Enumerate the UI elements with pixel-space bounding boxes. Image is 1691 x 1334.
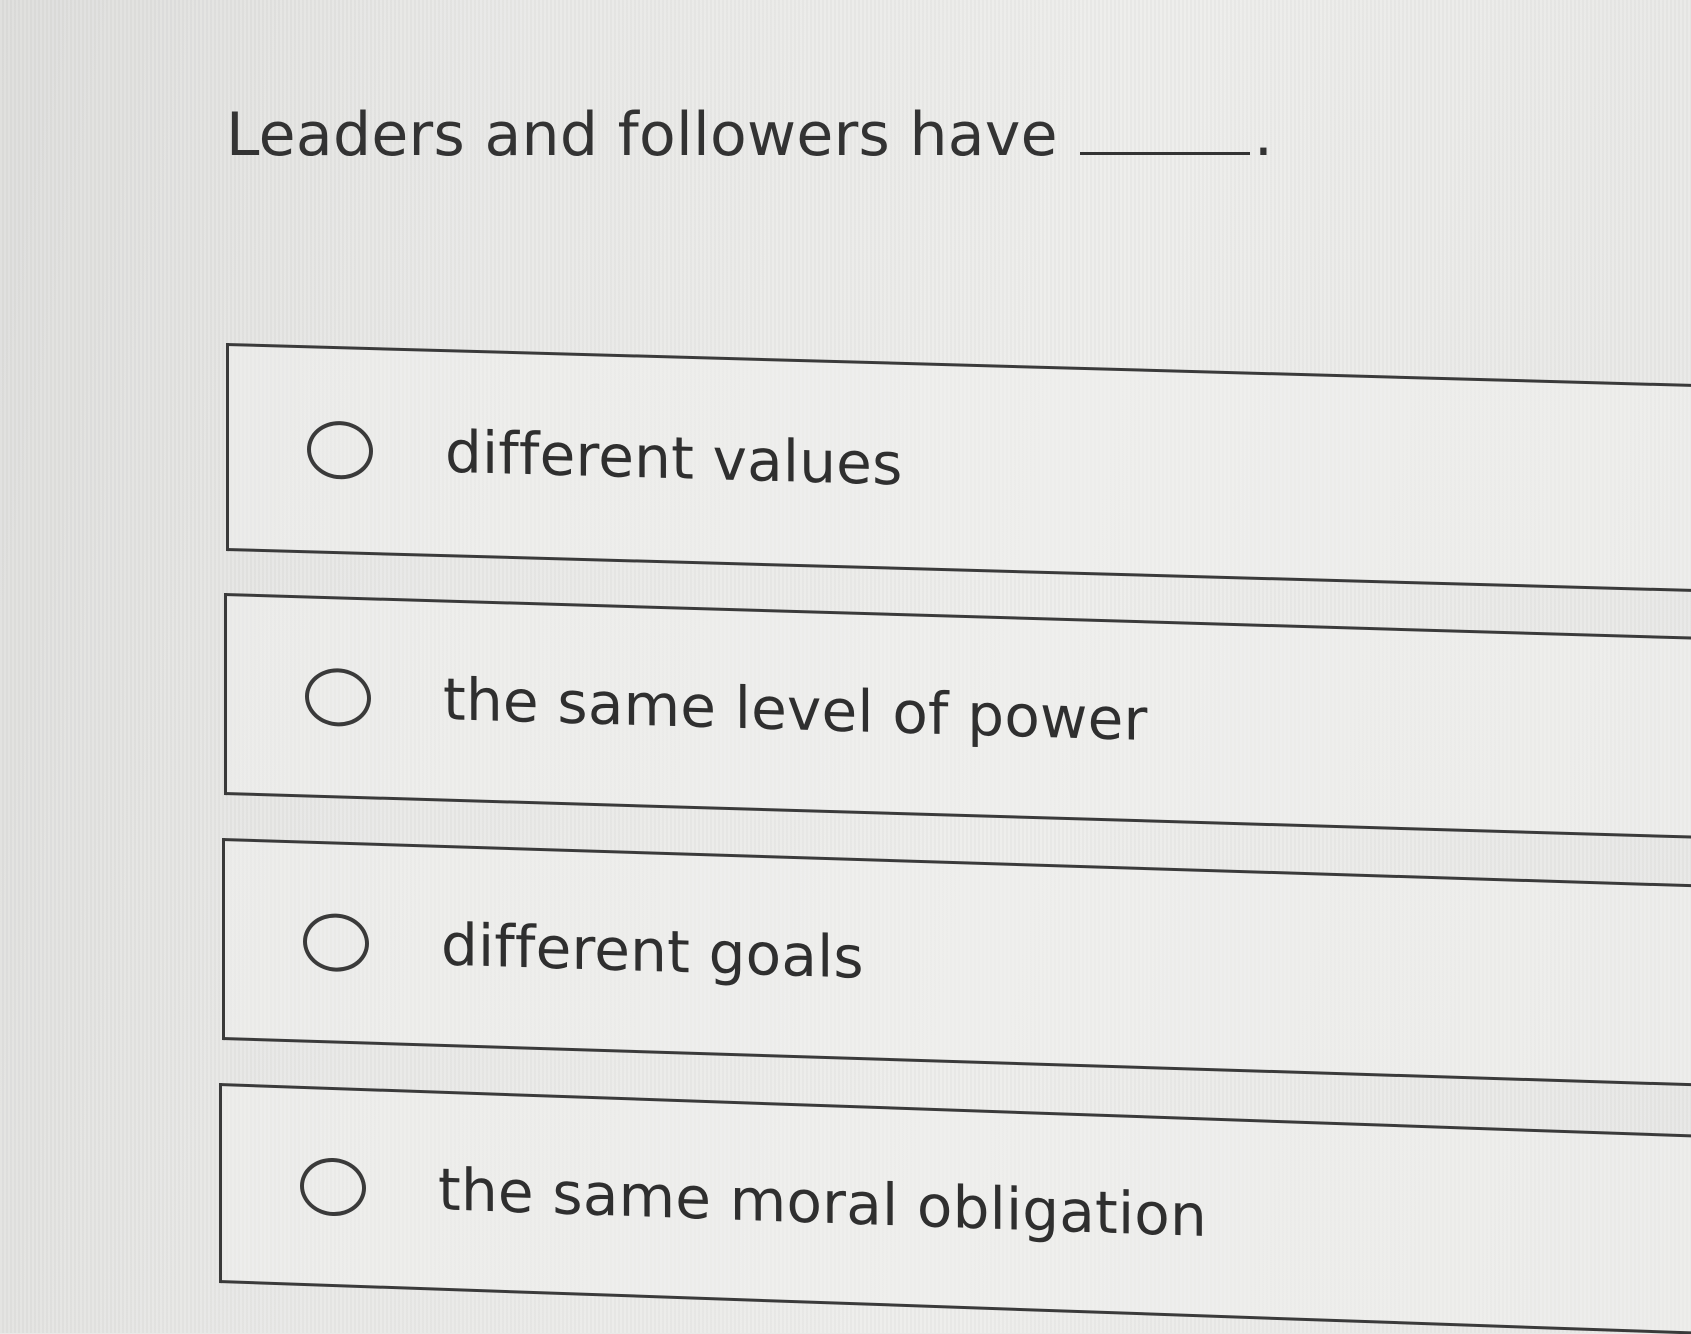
answer-option-different-values[interactable]: different values (226, 343, 1691, 592)
answer-option-label: the same moral obligation (438, 1155, 1207, 1251)
radio-button-icon[interactable] (303, 912, 369, 973)
answer-option-label: different values (445, 417, 903, 499)
quiz-screen: Leaders and followers have. different va… (0, 0, 1691, 1334)
answer-option-label: different goals (441, 910, 864, 992)
answer-options: different values the same level of power… (0, 0, 1691, 1334)
radio-button-icon[interactable] (307, 420, 373, 481)
answer-option-different-goals[interactable]: different goals (222, 838, 1691, 1087)
radio-button-icon[interactable] (305, 667, 371, 728)
answer-option-same-moral-obligation[interactable]: the same moral obligation (219, 1083, 1691, 1334)
answer-option-same-level-of-power[interactable]: the same level of power (224, 593, 1691, 839)
answer-option-label: the same level of power (443, 665, 1148, 755)
radio-button-icon[interactable] (300, 1156, 366, 1218)
